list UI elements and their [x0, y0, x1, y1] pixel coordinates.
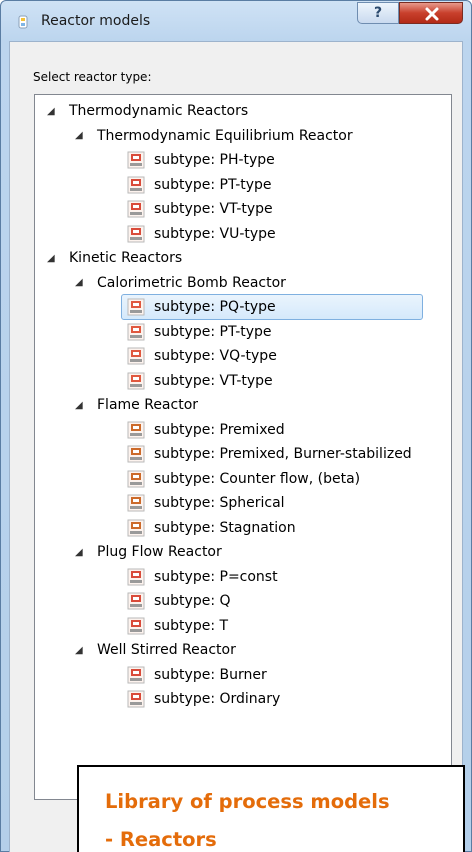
tree-item-subtype[interactable]: subtype: P=const [127, 564, 278, 590]
title-bar[interactable]: Reactor models ? [1, 1, 471, 41]
dialog-body: Select reactor type: ◢ Thermodynamic Reac… [9, 41, 463, 852]
help-button[interactable]: ? [357, 2, 399, 24]
tree-item-group[interactable]: ◢ Thermodynamic Reactors [47, 98, 248, 124]
reactor-subtype-icon [127, 347, 145, 365]
tree-item-subtype[interactable]: subtype: VT-type [127, 368, 273, 394]
tree-item-label: subtype: P=const [154, 568, 278, 585]
callout-box: Library of process models - Reactors [77, 765, 465, 852]
tree-item-reactor[interactable]: ◢ Flame Reactor [75, 392, 198, 418]
reactor-subtype-icon [127, 298, 145, 316]
tree-item-label: Plug Flow Reactor [97, 544, 222, 560]
reactor-subtype-icon [127, 323, 145, 340]
expand-triangle-icon[interactable]: ◢ [75, 400, 85, 411]
tree-item-subtype[interactable]: subtype: Counter flow, (beta) [127, 466, 360, 492]
tree-item-label: subtype: Premixed, Burner-stabilized [154, 446, 412, 462]
tree-item-subtype[interactable]: subtype: VQ-type [127, 343, 277, 369]
reactor-subtype-icon [127, 421, 145, 438]
tree-item-label: Calorimetric Bomb Reactor [97, 274, 286, 291]
callout-subtitle: - Reactors [105, 828, 217, 851]
tree-item-label: subtype: Burner [154, 666, 267, 683]
tree-item-label: subtype: Spherical [154, 495, 285, 511]
tree-item-subtype[interactable]: subtype: Ordinary [127, 686, 280, 712]
tree-item-group[interactable]: ◢ Kinetic Reactors [47, 245, 182, 271]
tree-item-subtype[interactable]: subtype: Premixed [127, 417, 285, 443]
reactor-subtype-icon [127, 690, 145, 708]
tree-item-label: Well Stirred Reactor [97, 642, 236, 658]
reactor-subtype-icon [127, 445, 145, 463]
reactor-subtype-icon [127, 151, 145, 169]
reactor-subtype-icon [127, 494, 145, 512]
close-button[interactable] [399, 2, 463, 24]
reactor-subtype-icon [127, 617, 145, 634]
tree-item-subtype[interactable]: subtype: VT-type [127, 196, 273, 222]
tree-item-label: Flame Reactor [97, 397, 199, 413]
tree-item-subtype[interactable]: subtype: PT-type [127, 172, 272, 198]
tree-item-label: subtype: VQ-type [154, 348, 277, 364]
tree-item-subtype[interactable]: subtype: PH-type [127, 147, 275, 173]
expand-triangle-icon[interactable]: ◢ [75, 645, 85, 656]
reactor-subtype-icon [127, 225, 145, 242]
reactor-app-icon [18, 15, 28, 29]
reactor-tree-view[interactable]: ◢ Thermodynamic Reactors ◢ Thermodynamic Eq… [34, 94, 452, 800]
dialog-window: Reactor models ? Select reactor type: ◢ T… [0, 0, 472, 852]
tree-item-label: subtype: T [154, 617, 229, 634]
tree-item-label: subtype: Premixed [154, 421, 285, 438]
close-icon [425, 7, 439, 21]
tree-item-label: Kinetic Reactors [69, 250, 183, 266]
tree-item-subtype[interactable]: subtype: VU-type [127, 221, 276, 247]
expand-triangle-icon[interactable]: ◢ [75, 130, 85, 141]
tree-item-reactor[interactable]: ◢ Calorimetric Bomb Reactor [75, 270, 286, 296]
reactor-subtype-icon [127, 176, 145, 193]
reactor-subtype-icon [127, 592, 145, 610]
expand-triangle-icon[interactable]: ◢ [75, 277, 85, 288]
window-title: Reactor models [41, 13, 151, 29]
reactor-subtype-icon [127, 200, 145, 218]
tree-item-reactor[interactable]: ◢ Thermodynamic Equilibrium Reactor [75, 123, 353, 149]
tree-item-subtype[interactable]: subtype: Premixed, Burner-stabilized [127, 441, 412, 467]
reactor-subtype-icon [127, 666, 145, 683]
tree-item-subtype[interactable]: subtype: Q [127, 588, 231, 614]
callout-title: Library of process models [105, 790, 390, 813]
tree-item-reactor[interactable]: ◢ Well Stirred Reactor [75, 637, 236, 663]
reactor-subtype-icon [127, 470, 145, 487]
tree-item-subtype[interactable]: subtype: PT-type [127, 319, 272, 345]
tree-item-label: subtype: VT-type [154, 372, 273, 389]
expand-triangle-icon[interactable]: ◢ [75, 547, 85, 558]
expand-triangle-icon[interactable]: ◢ [47, 253, 57, 264]
tree-item-label: Thermodynamic Equilibrium Reactor [97, 127, 353, 144]
reactor-subtype-icon [127, 568, 145, 585]
tree-item-label: subtype: PQ-type [154, 299, 276, 315]
tree-item-subtype[interactable]: subtype: Spherical [127, 490, 285, 516]
tree-item-label: subtype: Q [154, 593, 231, 609]
tree-item-label: Thermodynamic Reactors [69, 103, 249, 119]
tree-item-label: subtype: VT-type [154, 201, 273, 217]
reactor-subtype-icon [127, 372, 145, 389]
select-prompt-label: Select reactor type: [33, 70, 152, 84]
tree-item-label: subtype: PT-type [154, 323, 272, 340]
expand-triangle-icon[interactable]: ◢ [47, 106, 57, 117]
reactor-subtype-icon [127, 519, 145, 536]
tree-item-subtype[interactable]: subtype: Stagnation [127, 515, 296, 541]
help-icon: ? [373, 5, 383, 21]
tree-item-subtype[interactable]: subtype: Burner [127, 662, 267, 688]
tree-item-subtype[interactable]: subtype: T [127, 613, 228, 639]
tree-item-label: subtype: PH-type [154, 152, 275, 168]
tree-item-label: subtype: Stagnation [154, 519, 296, 536]
tree-item-subtype[interactable]: subtype: PQ-type [127, 294, 276, 320]
tree-item-reactor[interactable]: ◢ Plug Flow Reactor [75, 539, 222, 565]
tree-item-label: subtype: VU-type [154, 225, 276, 242]
tree-item-label: subtype: Counter flow, (beta) [154, 470, 361, 487]
tree-item-label: subtype: Ordinary [154, 691, 281, 707]
tree-item-label: subtype: PT-type [154, 176, 272, 193]
